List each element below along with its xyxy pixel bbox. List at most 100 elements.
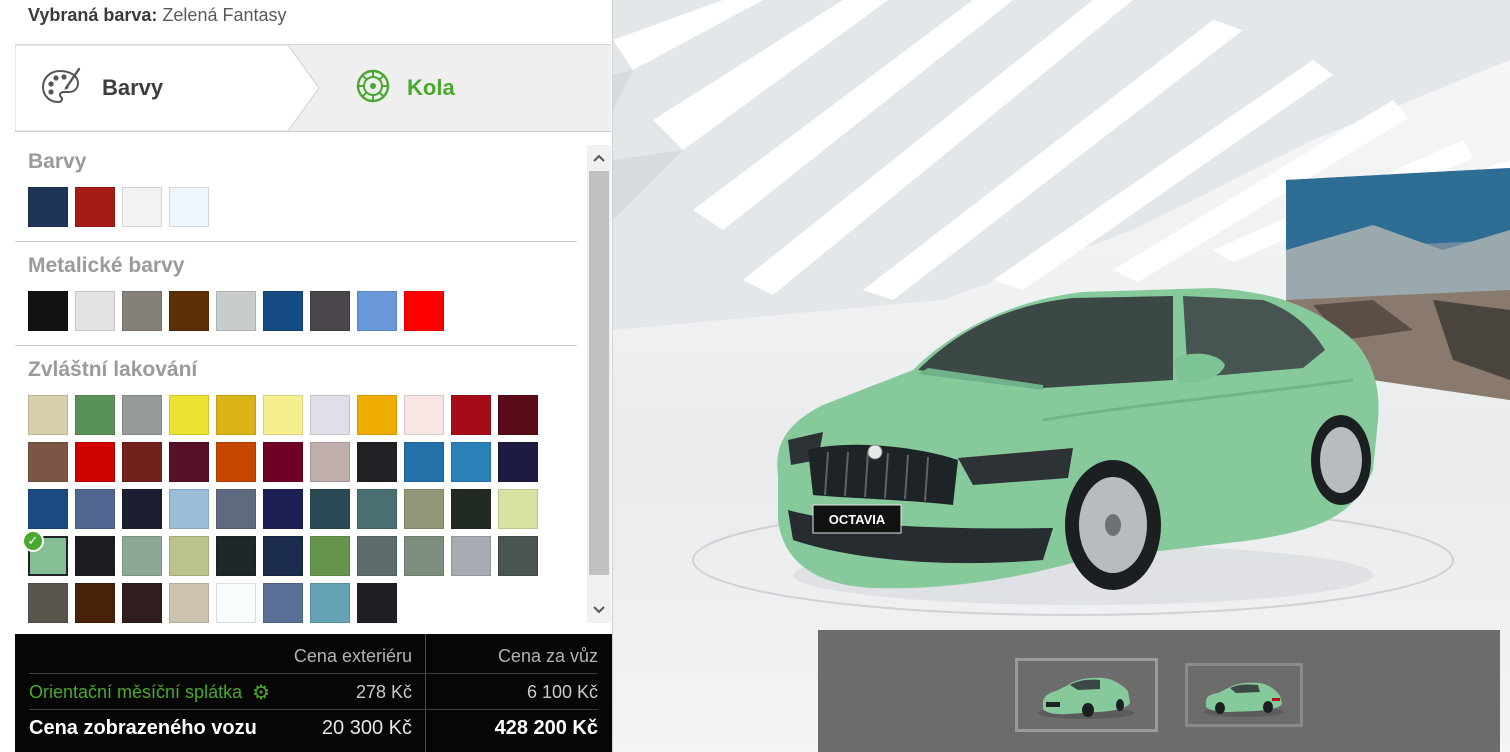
color-swatch[interactable]	[28, 187, 68, 227]
color-swatch[interactable]	[75, 291, 115, 331]
gears-icon[interactable]: ⚙	[252, 675, 270, 711]
color-swatch[interactable]	[357, 395, 397, 435]
shown-car-price-label: Cena zobrazeného vozu	[29, 717, 257, 739]
color-swatch[interactable]	[357, 442, 397, 482]
car-viewer[interactable]: OCTAVIA	[613, 0, 1510, 752]
color-swatch[interactable]	[216, 291, 256, 331]
color-swatch[interactable]	[169, 536, 209, 576]
thumbnail-rear-view[interactable]	[1185, 663, 1303, 727]
price-col-car: Cena za vůz	[497, 646, 598, 666]
tab-kola-label: Kola	[407, 75, 455, 100]
color-swatch[interactable]	[404, 489, 444, 529]
monthly-payment-exterior: 278 Kč	[355, 682, 412, 702]
color-swatch[interactable]	[122, 489, 162, 529]
color-swatch[interactable]	[404, 395, 444, 435]
color-swatch[interactable]	[310, 291, 350, 331]
section-solid-title: Barvy	[28, 150, 87, 173]
left-gutter	[0, 0, 16, 752]
tab-kola[interactable]: Kola	[355, 45, 455, 131]
color-swatch[interactable]	[310, 395, 350, 435]
color-swatch[interactable]	[263, 291, 303, 331]
color-swatch[interactable]	[75, 583, 115, 623]
color-swatch[interactable]	[75, 536, 115, 576]
scroll-down-icon[interactable]	[587, 597, 611, 623]
shown-car-price-total: 428 200 Kč	[494, 717, 598, 739]
color-swatch[interactable]	[357, 291, 397, 331]
tab-barvy[interactable]: Barvy	[40, 45, 163, 131]
color-swatch[interactable]	[310, 442, 350, 482]
color-swatch[interactable]	[357, 536, 397, 576]
color-swatch[interactable]	[122, 291, 162, 331]
color-swatch[interactable]	[169, 395, 209, 435]
section-divider	[15, 345, 577, 346]
color-swatch[interactable]	[216, 395, 256, 435]
color-swatch[interactable]	[310, 489, 350, 529]
color-swatch[interactable]	[216, 583, 256, 623]
selected-color-text: Vybraná barva: Zelená Fantasy	[28, 5, 287, 26]
color-swatch[interactable]	[75, 395, 115, 435]
color-swatch[interactable]	[310, 536, 350, 576]
color-swatch[interactable]	[451, 536, 491, 576]
color-swatch[interactable]	[28, 442, 68, 482]
price-header-row: Cena exteriéru Cena za vůz	[15, 638, 612, 674]
color-swatch[interactable]	[75, 442, 115, 482]
monthly-payment-label[interactable]: Orientační měsíční splátka	[29, 682, 242, 702]
color-swatch[interactable]	[357, 583, 397, 623]
color-swatch[interactable]	[263, 536, 303, 576]
configurator-panel: Vybraná barva: Zelená Fantasy Barvy Kola…	[15, 0, 613, 752]
color-swatch[interactable]	[169, 187, 209, 227]
scrollbar-thumb[interactable]	[589, 171, 609, 575]
color-swatch[interactable]	[75, 187, 115, 227]
color-swatch[interactable]	[451, 442, 491, 482]
color-swatch[interactable]	[169, 583, 209, 623]
color-swatch[interactable]	[263, 442, 303, 482]
selected-check-icon: ✓	[22, 530, 44, 552]
wheel-icon	[355, 68, 391, 109]
color-swatch[interactable]	[498, 489, 538, 529]
color-swatch[interactable]	[216, 442, 256, 482]
color-swatch[interactable]	[122, 536, 162, 576]
color-swatch[interactable]	[451, 395, 491, 435]
car-image: OCTAVIA	[777, 288, 1379, 590]
color-swatch[interactable]	[498, 395, 538, 435]
selected-color-label: Vybraná barva:	[28, 5, 158, 25]
thumbnail-front-view[interactable]	[1015, 658, 1158, 732]
tab-bar: Barvy Kola	[15, 45, 611, 132]
color-swatch[interactable]	[263, 583, 303, 623]
monthly-payment-car: 6 100 Kč	[526, 682, 598, 702]
section-special-title: Zvláštní lakování	[28, 358, 198, 381]
color-swatch[interactable]: ✓	[22, 530, 68, 576]
color-swatch[interactable]	[28, 583, 68, 623]
color-swatch[interactable]	[404, 442, 444, 482]
selected-color-value: Zelená Fantasy	[162, 5, 287, 25]
scroll-up-icon[interactable]	[587, 145, 611, 171]
color-swatch[interactable]	[404, 536, 444, 576]
color-swatch[interactable]	[122, 187, 162, 227]
color-swatch[interactable]	[169, 291, 209, 331]
color-swatch[interactable]	[28, 489, 68, 529]
color-swatch[interactable]	[28, 395, 68, 435]
color-list-scrollbar[interactable]	[587, 145, 611, 623]
section-metallic-title: Metalické barvy	[28, 254, 185, 277]
color-swatch[interactable]	[310, 583, 350, 623]
color-swatch[interactable]	[122, 442, 162, 482]
color-swatch[interactable]	[263, 395, 303, 435]
color-swatch[interactable]	[216, 489, 256, 529]
color-swatch[interactable]	[122, 395, 162, 435]
color-swatch[interactable]	[169, 442, 209, 482]
color-swatch[interactable]	[404, 291, 444, 331]
monthly-payment-row: Orientační měsíční splátka ⚙ 278 Kč 6 100…	[15, 674, 612, 710]
color-swatch[interactable]	[169, 489, 209, 529]
color-swatch[interactable]	[498, 536, 538, 576]
color-swatch[interactable]	[75, 489, 115, 529]
color-swatch[interactable]	[122, 583, 162, 623]
selected-color-header: Vybraná barva: Zelená Fantasy	[15, 0, 611, 45]
color-swatch[interactable]	[28, 291, 68, 331]
color-swatch[interactable]	[498, 442, 538, 482]
color-swatch[interactable]	[263, 489, 303, 529]
color-swatch[interactable]	[451, 489, 491, 529]
color-swatch[interactable]	[216, 536, 256, 576]
shown-car-price-row: Cena zobrazeného vozu 20 300 Kč 428 200 …	[15, 710, 612, 746]
monthly-payment-label-cell[interactable]: Orientační měsíční splátka ⚙	[29, 674, 270, 710]
color-swatch[interactable]	[357, 489, 397, 529]
